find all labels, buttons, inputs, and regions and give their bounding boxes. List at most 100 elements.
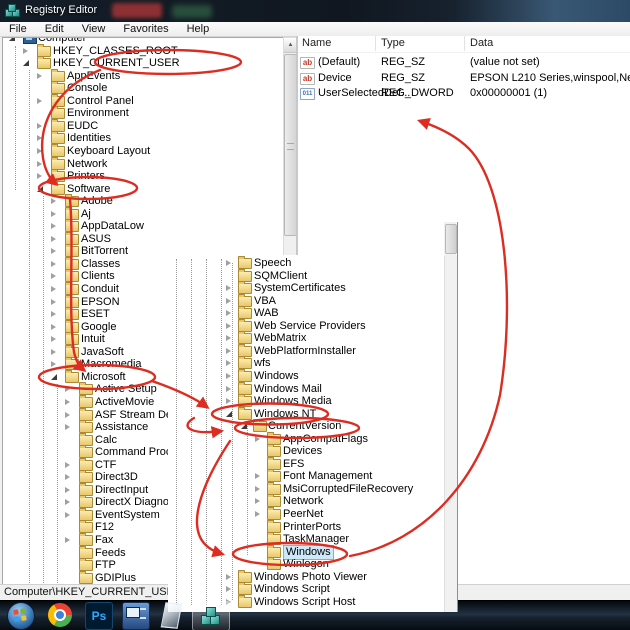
expand-icon[interactable] [51, 324, 56, 330]
tree-item-winlogon[interactable]: Winlogon [168, 558, 458, 571]
tree-item-font-management[interactable]: Font Management [168, 470, 458, 483]
expand-icon[interactable] [65, 512, 70, 518]
tree-item-label[interactable]: Classes [81, 258, 120, 271]
taskbar-chrome-icon[interactable] [42, 601, 78, 629]
tree-item-label[interactable]: Intuit [81, 333, 105, 346]
expand-icon[interactable] [37, 161, 42, 167]
expand-icon[interactable] [23, 48, 28, 54]
expand-icon[interactable] [37, 73, 42, 79]
tree-item-label[interactable]: Clients [81, 270, 115, 283]
tree-item-printerports[interactable]: PrinterPorts [168, 521, 458, 534]
tree-item-webmatrix[interactable]: WebMatrix [168, 332, 458, 345]
tree-item-label[interactable]: EventSystem [95, 509, 160, 522]
tree-item-label[interactable]: CTF [95, 459, 116, 472]
tree-item-label[interactable]: HKEY_CURRENT_USER [53, 57, 180, 70]
tree-item-hkey-current-user[interactable]: HKEY_CURRENT_USER [3, 57, 284, 70]
expand-icon[interactable] [51, 248, 56, 254]
tree-item-label[interactable]: WAB [254, 307, 279, 320]
tree-item-label[interactable]: SQMClient [254, 270, 307, 283]
tree-item-windows-script[interactable]: Windows Script [168, 583, 458, 596]
value-row--default-[interactable]: ab(Default)REG_SZ(value not set) [300, 55, 628, 70]
tree-item-devices[interactable]: Devices [168, 445, 458, 458]
expand-icon[interactable] [226, 386, 231, 392]
tree-item-windows-mail[interactable]: Windows Mail [168, 383, 458, 396]
tree-item-label[interactable]: Assistance [95, 421, 148, 434]
tree-item-label[interactable]: Direct3D [95, 471, 138, 484]
tree-item-label[interactable]: wfs [254, 357, 271, 370]
tree-item-label[interactable]: Winlogon [283, 558, 329, 571]
tree-item-label[interactable]: Console [67, 82, 107, 95]
expand-icon[interactable] [65, 386, 70, 392]
scrollbar-thumb[interactable] [445, 224, 457, 254]
tree-item-label[interactable]: VBA [254, 295, 276, 308]
tree-item-network[interactable]: Network [3, 158, 284, 171]
tree-item-control-panel[interactable]: Control Panel [3, 95, 284, 108]
tree-item-label[interactable]: Aj [81, 208, 91, 221]
menu-favorites[interactable]: Favorites [114, 22, 177, 35]
tree-item-hkey-classes-root[interactable]: HKEY_CLASSES_ROOT [3, 45, 284, 58]
tree-item-label[interactable]: ASUS [81, 233, 111, 246]
collapse-icon[interactable] [226, 411, 232, 417]
tree-item-adobe[interactable]: Adobe [3, 195, 284, 208]
expand-icon[interactable] [226, 310, 231, 316]
expand-icon[interactable] [37, 98, 42, 104]
expand-icon[interactable] [65, 474, 70, 480]
expand-icon[interactable] [226, 260, 231, 266]
expand-icon[interactable] [51, 223, 56, 229]
tree-item-label[interactable]: Adobe [81, 195, 113, 208]
expand-icon[interactable] [255, 436, 260, 442]
tree-item-label[interactable]: WebMatrix [254, 332, 306, 345]
tree-item-label[interactable]: Windows Photo Viewer [254, 571, 367, 584]
expand-icon[interactable] [65, 462, 70, 468]
tree-item-label[interactable]: EUDC [67, 120, 98, 133]
tree-item-windows[interactable]: Windows [168, 546, 458, 559]
tree-item-identities[interactable]: Identities [3, 132, 284, 145]
tree-item-label[interactable]: DirectInput [95, 484, 148, 497]
tree-item-label[interactable]: Network [67, 158, 107, 171]
taskbar-start-icon[interactable] [2, 601, 38, 629]
expand-icon[interactable] [65, 424, 70, 430]
tree-item-label[interactable]: EFS [283, 458, 304, 471]
tree-item-label[interactable]: Google [81, 321, 116, 334]
tree-item-eudc[interactable]: EUDC [3, 120, 284, 133]
tree-item-label[interactable]: Windows Script [254, 583, 330, 596]
overlay-registry-tree[interactable]: SpeechSQMClientSystemCertificatesVBAWABW… [168, 255, 458, 612]
tree-item-label[interactable]: Speech [254, 257, 291, 270]
tree-item-keyboard-layout[interactable]: Keyboard Layout [3, 145, 284, 158]
tree-item-sqmclient[interactable]: SQMClient [168, 270, 458, 283]
expand-icon[interactable] [37, 135, 42, 141]
tree-item-label[interactable]: Identities [67, 132, 111, 145]
expand-icon[interactable] [226, 360, 231, 366]
tree-item-label[interactable]: HKEY_CLASSES_ROOT [53, 45, 178, 58]
tree-item-label[interactable]: Windows Media [254, 395, 332, 408]
tree-item-label[interactable]: Printers [67, 170, 105, 183]
expand-icon[interactable] [226, 574, 231, 580]
collapse-icon[interactable] [241, 423, 247, 429]
tree-item-label[interactable]: MsiCorruptedFileRecovery [283, 483, 413, 496]
tree-item-environment[interactable]: Environment [3, 107, 284, 120]
tree-item-currentversion[interactable]: CurrentVersion [168, 420, 458, 433]
tree-item-label[interactable]: AppCompatFlags [283, 433, 368, 446]
expand-icon[interactable] [51, 299, 56, 305]
column-header-data[interactable]: Data [470, 37, 493, 49]
tree-item-software[interactable]: Software [3, 183, 284, 196]
tree-item-label[interactable]: Microsoft [81, 371, 126, 384]
menu-view[interactable]: View [73, 22, 115, 35]
tree-item-label[interactable]: Active Setup [95, 383, 157, 396]
tree-item-label[interactable]: Environment [67, 107, 129, 120]
column-header-name[interactable]: Name [302, 37, 331, 49]
tree-item-speech[interactable]: Speech [168, 257, 458, 270]
tree-item-appevents[interactable]: AppEvents [3, 70, 284, 83]
menu-edit[interactable]: Edit [36, 22, 73, 35]
expand-icon[interactable] [65, 537, 70, 543]
tree-item-label[interactable]: JavaSoft [81, 346, 124, 359]
tree-item-label[interactable]: Windows Mail [254, 383, 322, 396]
expand-icon[interactable] [37, 148, 42, 154]
tree-item-label[interactable]: PrinterPorts [283, 521, 341, 534]
expand-icon[interactable] [65, 499, 70, 505]
column-separator[interactable] [464, 36, 465, 51]
expand-icon[interactable] [51, 336, 56, 342]
tree-item-label[interactable]: Keyboard Layout [67, 145, 150, 158]
collapse-icon[interactable] [37, 186, 43, 192]
expand-icon[interactable] [226, 373, 231, 379]
